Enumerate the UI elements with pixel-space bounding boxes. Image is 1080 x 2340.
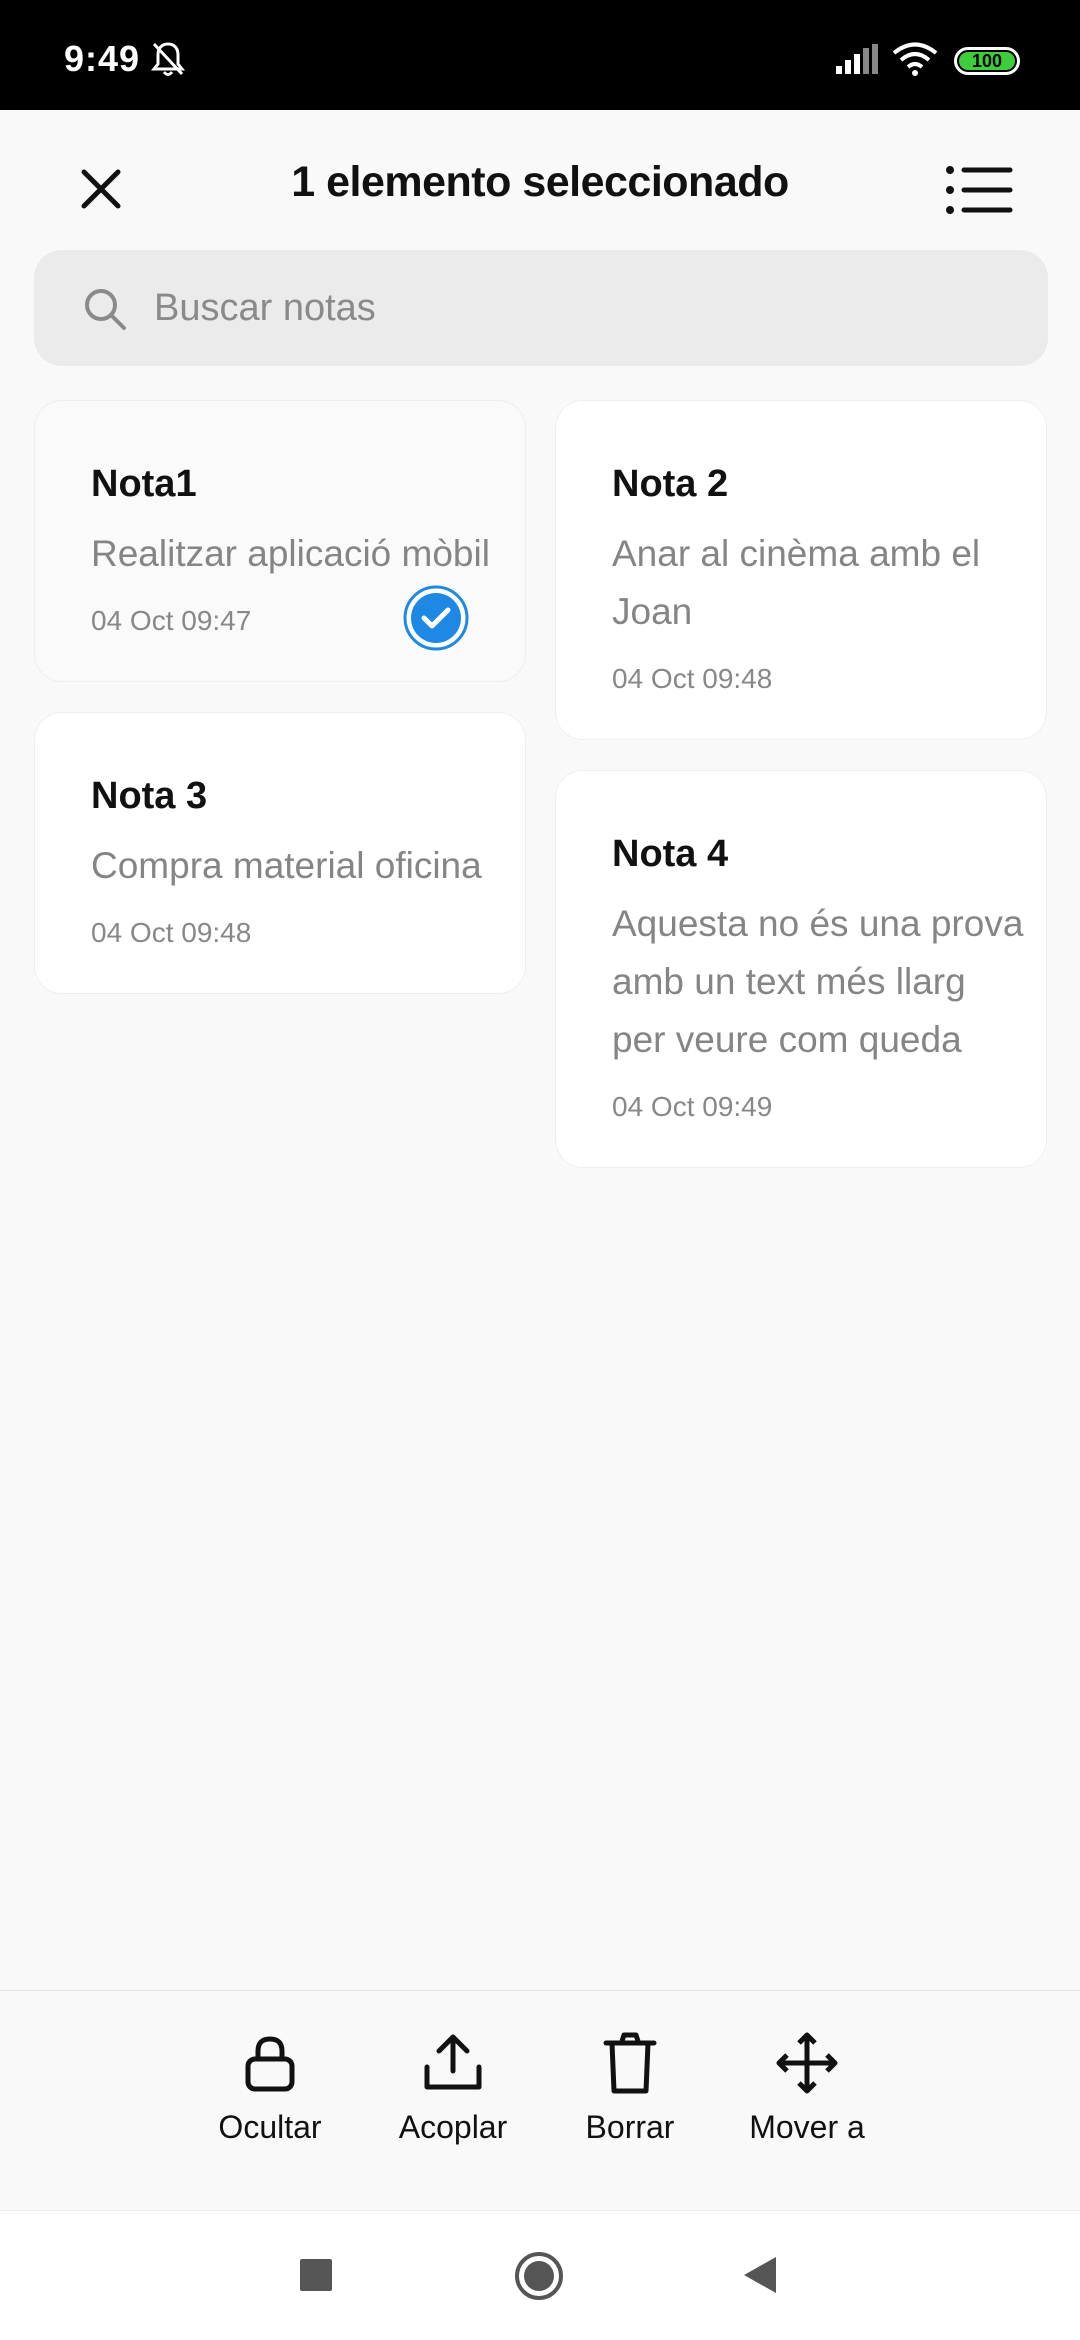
note-body-line: Anar al cinèma amb el xyxy=(612,533,981,574)
hide-button[interactable]: Ocultar xyxy=(190,2031,350,2171)
note-card-2[interactable]: Nota 2 Anar al cinèma amb el Joan 04 Oct… xyxy=(555,400,1047,740)
bell-off-icon xyxy=(150,42,186,76)
wifi-icon xyxy=(892,42,938,76)
upload-icon xyxy=(424,2034,482,2090)
move-to-label: Mover a xyxy=(749,2109,865,2145)
search-bar[interactable] xyxy=(34,250,1048,366)
trash-icon xyxy=(603,2032,657,2094)
delete-label: Borrar xyxy=(585,2109,675,2145)
move-icon xyxy=(776,2032,838,2094)
note-title: Nota 4 xyxy=(612,833,729,875)
note-title: Nota1 xyxy=(91,463,197,505)
bottom-action-bar: Ocultar Acoplar Borrar Mover a xyxy=(0,1990,1080,2210)
search-icon xyxy=(85,289,126,330)
hide-label: Ocultar xyxy=(218,2109,322,2145)
back-button[interactable] xyxy=(742,2255,778,2295)
system-nav-bar xyxy=(0,2210,1080,2340)
page-title: 1 elemento seleccionado xyxy=(291,158,789,206)
note-title: Nota 3 xyxy=(91,775,208,817)
note-card-1[interactable]: Nota1 Realitzar aplicació mòbil 04 Oct 0… xyxy=(34,400,526,682)
note-title: Nota 2 xyxy=(612,463,729,505)
note-body-line: Joan xyxy=(612,591,693,632)
attach-label: Acoplar xyxy=(398,2109,508,2145)
selected-check-icon[interactable] xyxy=(403,585,469,651)
note-date: 04 Oct 09:48 xyxy=(612,663,773,694)
note-body: Realitzar aplicació mòbil xyxy=(91,533,490,574)
note-date: 04 Oct 09:48 xyxy=(91,917,252,948)
note-body: Compra material oficina xyxy=(91,845,482,886)
attach-button[interactable]: Acoplar xyxy=(373,2031,533,2171)
note-body-line: per veure com queda xyxy=(612,1019,962,1060)
status-time: 9:49 xyxy=(64,38,141,79)
list-view-icon[interactable] xyxy=(944,160,1014,220)
note-body: Anar al cinèma amb el Joan xyxy=(612,525,980,641)
screen: 9:49 100 1 elemento seleccionado Buscar … xyxy=(0,0,1080,2340)
search-input[interactable] xyxy=(154,270,1014,346)
selection-top-bar: 1 elemento seleccionado xyxy=(0,110,1080,260)
battery-icon: 100 xyxy=(954,47,1020,75)
signal-icon xyxy=(836,44,878,74)
move-to-button[interactable]: Mover a xyxy=(727,2031,887,2171)
status-bar: 9:49 100 xyxy=(0,0,1080,110)
battery-level: 100 xyxy=(959,52,1015,70)
note-date: 04 Oct 09:49 xyxy=(612,1091,773,1122)
note-body: Aquesta no és una prova amb un text més … xyxy=(612,895,1023,1069)
note-card-4[interactable]: Nota 4 Aquesta no és una prova amb un te… xyxy=(555,770,1047,1168)
close-icon[interactable] xyxy=(68,156,134,222)
home-button[interactable] xyxy=(514,2251,564,2301)
note-card-3[interactable]: Nota 3 Compra material oficina 04 Oct 09… xyxy=(34,712,526,994)
note-body-line: amb un text més llarg xyxy=(612,961,966,1002)
delete-button[interactable]: Borrar xyxy=(550,2031,710,2171)
note-body-line: Aquesta no és una prova xyxy=(612,903,1024,944)
note-date: 04 Oct 09:47 xyxy=(91,605,252,636)
recents-button[interactable] xyxy=(300,2259,332,2291)
lock-icon xyxy=(245,2036,295,2092)
